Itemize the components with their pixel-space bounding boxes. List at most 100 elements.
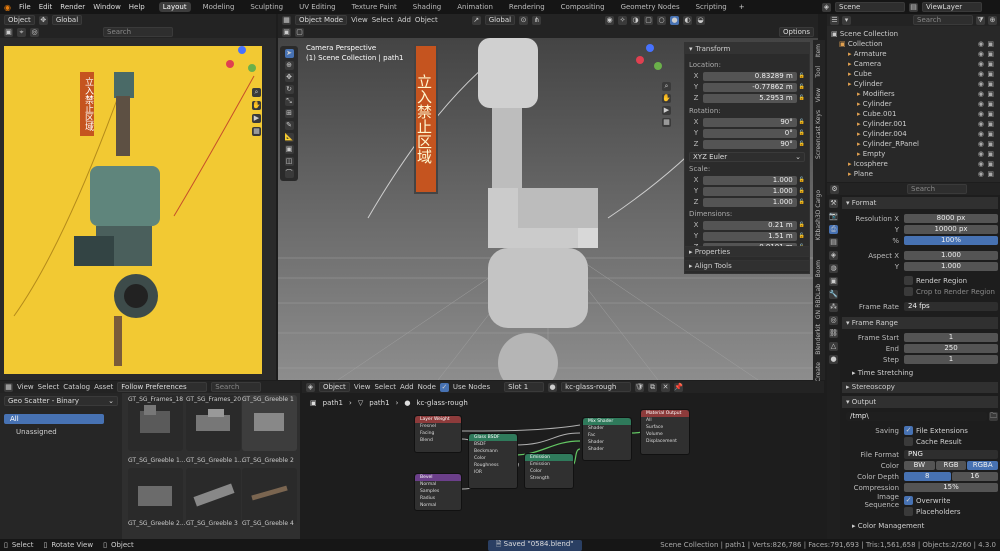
tab-uv-editing[interactable]: UV Editing bbox=[295, 2, 340, 12]
lock-icon[interactable]: 🔓 bbox=[799, 130, 805, 136]
render-camera-icon[interactable]: ▣ bbox=[987, 99, 994, 109]
asset-menu-catalog[interactable]: Catalog bbox=[63, 383, 90, 391]
render-camera-icon[interactable]: ▣ bbox=[987, 139, 994, 149]
add-workspace-button[interactable]: + bbox=[739, 3, 745, 11]
file-extensions-checkbox[interactable]: ✓ bbox=[904, 426, 913, 435]
mode-dropdown[interactable]: Object Mode bbox=[295, 15, 348, 25]
outliner-search[interactable]: Search bbox=[913, 15, 973, 25]
dimensions-x-field[interactable]: 0.21 m bbox=[703, 220, 797, 230]
zoom-icon[interactable]: ⌕ bbox=[252, 88, 261, 97]
format-panel-header[interactable]: ▾ Format bbox=[842, 197, 998, 209]
tab-shading[interactable]: Shading bbox=[409, 2, 445, 12]
lock-icon[interactable]: 🔓 bbox=[799, 73, 805, 79]
viewport-menu-object[interactable]: Object bbox=[415, 16, 438, 24]
frame-range-header[interactable]: ▾ Frame Range bbox=[842, 317, 998, 329]
tab-scripting[interactable]: Scripting bbox=[692, 2, 731, 12]
render-camera-icon[interactable]: ▣ bbox=[987, 59, 994, 69]
tab-screencast-keys[interactable]: Screencast Keys bbox=[815, 110, 822, 159]
view-layer-tab-icon[interactable]: ▤ bbox=[829, 238, 838, 247]
viewport-menu-add[interactable]: Add bbox=[397, 16, 411, 24]
render-camera-icon[interactable]: ▣ bbox=[987, 129, 994, 139]
render-camera-icon[interactable]: ▣ bbox=[987, 49, 994, 59]
editor-type-icon[interactable]: ▦ bbox=[282, 15, 291, 25]
tab-geometry-nodes[interactable]: Geometry Nodes bbox=[617, 2, 684, 12]
xray-icon[interactable]: ▢ bbox=[644, 15, 654, 25]
select-mode-icon[interactable]: ▢ bbox=[295, 27, 304, 37]
location-z-field[interactable]: 5.2953 m bbox=[703, 93, 797, 103]
rotation-mode-dropdown[interactable]: XYZ Euler ⌄ bbox=[689, 152, 805, 162]
lock-icon[interactable]: 🔓 bbox=[799, 119, 805, 125]
tab-blenderkit[interactable]: Blenderkit bbox=[815, 324, 822, 355]
aspect-x-field[interactable]: 1.000 bbox=[904, 251, 998, 260]
tab-animation[interactable]: Animation bbox=[453, 2, 497, 12]
color-management-header[interactable]: ▸ Color Management bbox=[842, 521, 998, 532]
perspective-icon[interactable]: ▦ bbox=[662, 118, 671, 127]
node-bevel[interactable]: Bevel Normal Samples Radius Normal bbox=[414, 473, 462, 511]
shading-material-icon[interactable]: ◐ bbox=[683, 15, 693, 25]
duplicate-icon[interactable]: ⧉ bbox=[648, 382, 658, 392]
visibility-eye-icon[interactable]: ◉ bbox=[978, 49, 984, 59]
asset-thumb[interactable] bbox=[128, 468, 183, 524]
move-tool-icon[interactable]: ✥ bbox=[284, 73, 294, 82]
render-camera-icon[interactable]: ▣ bbox=[987, 79, 994, 89]
scene-field[interactable]: Scene bbox=[835, 2, 905, 12]
zoom-view-icon[interactable]: ⌕ bbox=[662, 82, 671, 91]
grid-icon[interactable]: ▦ bbox=[252, 127, 261, 136]
asset-search[interactable]: Search bbox=[211, 382, 262, 392]
menu-edit[interactable]: Edit bbox=[39, 3, 53, 11]
node-menu-node[interactable]: Node bbox=[418, 383, 436, 391]
lock-icon[interactable]: 🔓 bbox=[799, 84, 805, 90]
world-tab-icon[interactable]: ◍ bbox=[829, 264, 838, 273]
left-mode-dropdown[interactable]: Object bbox=[4, 15, 35, 25]
use-nodes-checkbox[interactable]: ✓ bbox=[439, 382, 449, 392]
node-type-dropdown[interactable]: Object bbox=[319, 382, 350, 392]
viewport-menu-select[interactable]: Select bbox=[372, 16, 394, 24]
node-menu-view[interactable]: View bbox=[354, 383, 371, 391]
outliner-item[interactable]: ▸ Plane ◉ ▣ bbox=[831, 169, 996, 179]
curve-tool-icon[interactable]: ⌒ bbox=[284, 169, 294, 178]
scene-tab-icon[interactable]: ◈ bbox=[829, 251, 838, 260]
tab-kitbash[interactable]: Kitbash3D Cargo bbox=[815, 190, 822, 240]
tab-item[interactable]: Item bbox=[815, 44, 822, 58]
color-rgb-button[interactable]: RGB bbox=[935, 461, 967, 470]
shading-solid-icon[interactable]: ● bbox=[670, 15, 680, 25]
hand-icon[interactable]: ✋ bbox=[252, 101, 261, 110]
tab-sculpting[interactable]: Sculpting bbox=[246, 2, 287, 12]
rotation-x-field[interactable]: 90° bbox=[703, 117, 797, 127]
rotation-y-field[interactable]: 0° bbox=[703, 128, 797, 138]
snap-icon[interactable]: ⌖ bbox=[17, 27, 26, 37]
node-layer-weight[interactable]: Layer Weight Fresnel Facing Blend bbox=[414, 415, 462, 453]
filter-icon[interactable]: ⧩ bbox=[976, 15, 985, 25]
overlay-icon[interactable]: ◑ bbox=[631, 15, 641, 25]
outliner-item[interactable]: ▸ Cylinder ◉ ▣ bbox=[831, 79, 996, 89]
modifier-tab-icon[interactable]: 🔧 bbox=[829, 290, 838, 299]
render-region-checkbox[interactable] bbox=[904, 276, 913, 285]
tab-texture-paint[interactable]: Texture Paint bbox=[348, 2, 401, 12]
left-viewport[interactable]: 立入禁止区域 ⌕ ✋ ▶ ▦ bbox=[0, 38, 276, 380]
lock-icon[interactable]: 🔓 bbox=[799, 199, 805, 205]
menu-help[interactable]: Help bbox=[129, 3, 145, 11]
measure-tool-icon[interactable]: 📐 bbox=[284, 133, 294, 142]
lock-icon[interactable]: 🔓 bbox=[799, 222, 805, 228]
render-camera-icon[interactable]: ▣ bbox=[987, 169, 994, 179]
scale-y-field[interactable]: 1.000 bbox=[703, 186, 797, 196]
pin-icon[interactable]: 📌 bbox=[674, 382, 684, 392]
outliner-item[interactable]: ▸ Cube ◉ ▣ bbox=[831, 69, 996, 79]
navigation-gizmo[interactable] bbox=[636, 44, 664, 72]
color-rgba-button[interactable]: RGBA bbox=[967, 461, 998, 470]
location-y-field[interactable]: -0.77862 m bbox=[703, 82, 797, 92]
output-path-field[interactable]: /tmp\ bbox=[846, 412, 987, 421]
add-shape-icon[interactable]: ◫ bbox=[284, 157, 294, 166]
pivot-icon[interactable]: ⊙ bbox=[519, 15, 529, 25]
left-navigation-gizmo[interactable] bbox=[226, 46, 256, 76]
resolution-percent-field[interactable]: 100% bbox=[904, 236, 998, 245]
transform-header[interactable]: ▾ Transform bbox=[685, 43, 809, 54]
visibility-eye-icon[interactable]: ◉ bbox=[978, 139, 984, 149]
visibility-eye-icon[interactable]: ◉ bbox=[978, 59, 984, 69]
asset-menu-select[interactable]: Select bbox=[38, 383, 60, 391]
asset-thumb[interactable] bbox=[186, 395, 241, 451]
material-icon[interactable]: ● bbox=[548, 382, 558, 392]
menu-render[interactable]: Render bbox=[60, 3, 85, 11]
tab-gn[interactable]: GN bbox=[815, 310, 822, 319]
lock-icon[interactable]: 🔓 bbox=[799, 233, 805, 239]
